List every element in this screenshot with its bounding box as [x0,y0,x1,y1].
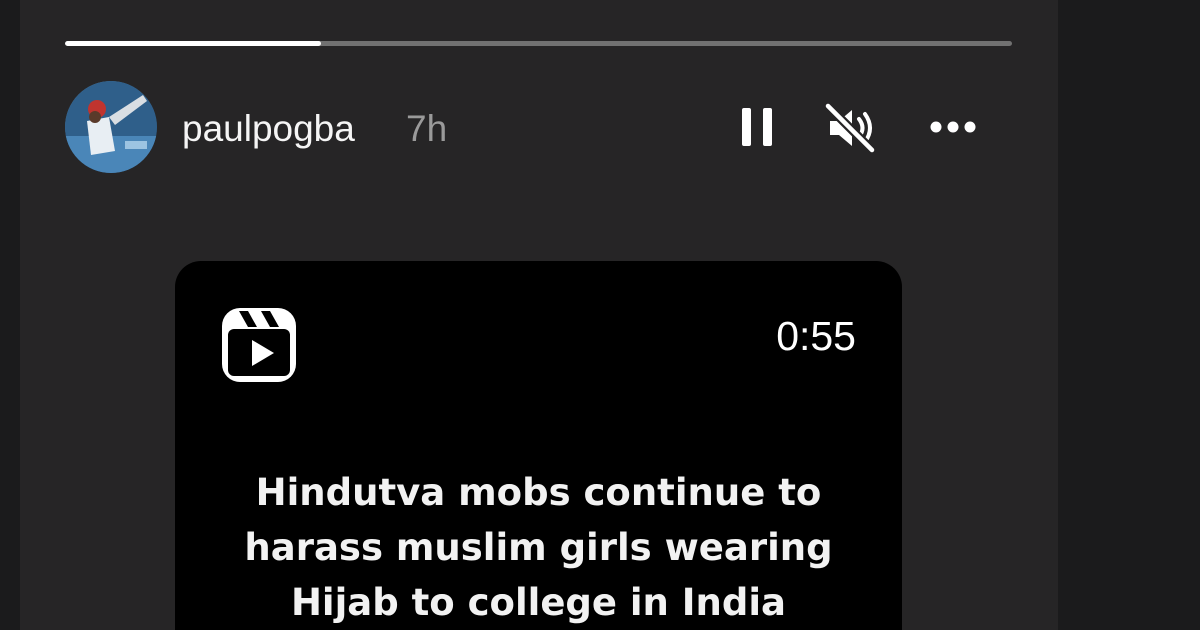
story-progress-fill [65,41,321,46]
shared-reel-card[interactable]: 0:55 Hindutva mobs continue to harass mu… [175,261,902,630]
reels-icon [219,305,299,385]
avatar[interactable] [65,81,157,173]
reel-caption: Hindutva mobs continue to harass muslim … [244,471,833,624]
reel-duration: 0:55 [776,313,856,359]
story-panel[interactable]: paulpogba 7h 0:55 Hindutva mobs continue… [20,0,1058,630]
pause-button[interactable] [740,104,774,150]
pause-icon [742,108,772,146]
username[interactable]: paulpogba [182,108,355,150]
left-backdrop [0,0,20,630]
story-viewer: paulpogba 7h 0:55 Hindutva mobs continue… [0,0,1200,630]
more-horizontal-icon [930,121,976,133]
mute-button[interactable] [822,100,878,156]
story-progress-bar [65,41,1012,46]
avatar-image [65,81,157,173]
right-backdrop [1058,0,1200,630]
story-timestamp: 7h [406,108,448,149]
speaker-muted-icon [823,101,877,155]
more-options-button[interactable] [928,112,978,142]
